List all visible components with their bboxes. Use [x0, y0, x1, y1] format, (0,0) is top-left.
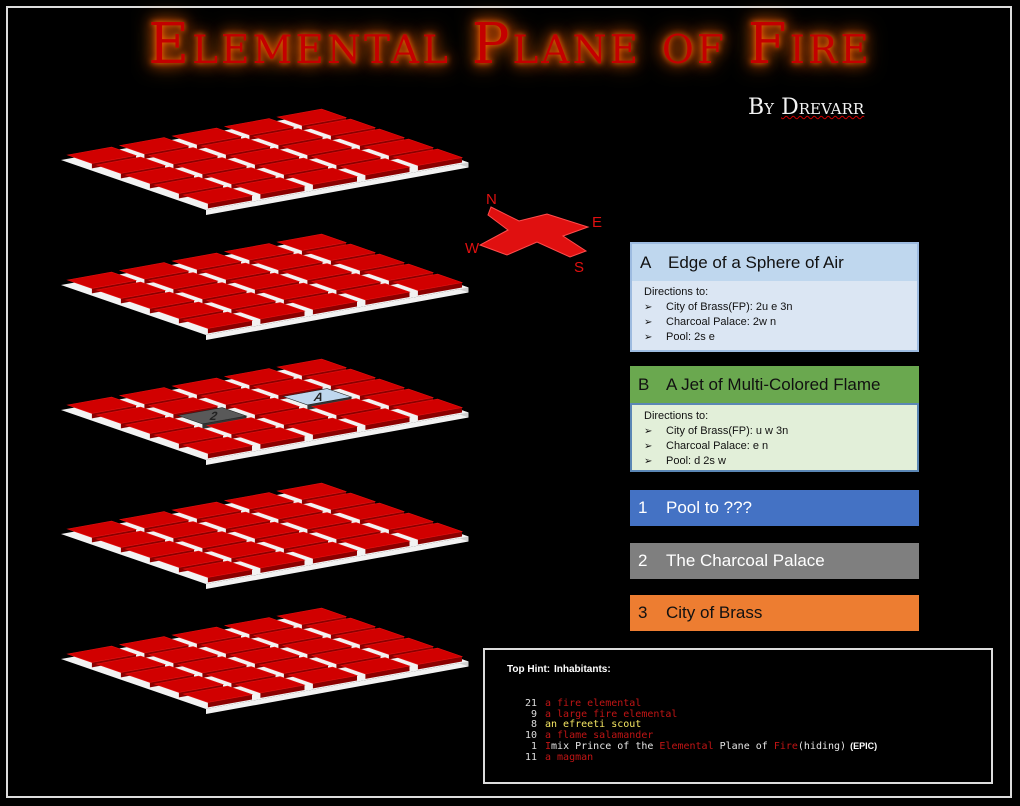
direction-item: ➢ Charcoal Palace: e n [644, 440, 769, 452]
inhabitant-name: an efreeti scout [545, 719, 642, 730]
direction-item: ➢ Pool: d 2s w [644, 455, 726, 467]
legend-a-name: Edge of a Sphere of Air [668, 252, 844, 272]
epic-tag: (EPIC) [850, 741, 878, 751]
legend-1-name: Pool to ??? [666, 498, 753, 517]
inhabitant-name: Plane of [713, 741, 774, 752]
bullet-arrow-icon: ➢ [644, 317, 653, 328]
direction-item: ➢ City of Brass(FP): u w 3n [644, 425, 789, 437]
map-layer-level-5 [61, 607, 469, 714]
legend-b-directions-label: Directions to: [644, 410, 709, 422]
map-layer-level-1 [61, 108, 469, 215]
inhabitant-name: a large fire elemental [545, 708, 678, 720]
legend-room-a: A Edge of a Sphere of Air Directions to:… [630, 242, 919, 352]
inhabitant-row: 11 a magman [507, 751, 877, 764]
bullet-arrow-icon: ➢ [644, 456, 653, 467]
inhabitants-list: 21 a fire elemental 9 a large fire elementa… [507, 698, 878, 764]
inhabitant-name: (hiding) [797, 741, 847, 752]
legend-1-key: 1 [638, 498, 648, 517]
top-hint-panel: Top Hint: Inhabitants: 21 a fire elementa… [483, 648, 993, 784]
compass-cross-icon [478, 206, 590, 258]
byline: By Drevarr [748, 95, 864, 120]
legend-2-name: The Charcoal Palace [666, 551, 825, 570]
byline-author: Drevarr [781, 95, 865, 120]
inhabitant-count: 1 [530, 741, 537, 752]
inhabitant-count: 11 [524, 751, 537, 763]
bullet-arrow-icon: ➢ [644, 426, 653, 437]
legend-room-1: 1 Pool to ??? [630, 490, 919, 526]
map-layer-level-2 [61, 233, 469, 340]
inhabitant-name: Elemental [659, 741, 714, 752]
map-layer-level-4 [61, 482, 469, 589]
compass-west-label: W [465, 240, 480, 257]
legend-b-directions: Directions to: ➢ City of Brass(FP): u w 3… [630, 403, 919, 472]
direction-item: ➢ Charcoal Palace: 2w n [644, 316, 777, 328]
inhabitants-label: Inhabitants: [554, 664, 611, 675]
inhabitant-name: a fire elemental [545, 698, 642, 709]
bullet-arrow-icon: ➢ [644, 332, 653, 343]
top-hint-label: Top Hint: [507, 664, 551, 675]
byline-prefix: By [748, 95, 775, 120]
inhabitant-name: Fire [773, 741, 798, 752]
legend-b-key: B [638, 374, 650, 394]
legend-2-key: 2 [638, 551, 648, 570]
inhabitant-name: a flame salamander [545, 729, 654, 741]
legend-room-b: B A Jet of Multi-Colored Flame Direction… [630, 366, 919, 472]
compass-north-label: N [486, 191, 497, 208]
bullet-arrow-icon: ➢ [644, 441, 653, 452]
compass-south-label: S [574, 259, 584, 276]
legend-a-directions-label: Directions to: [644, 286, 709, 298]
legend-3-key: 3 [638, 603, 648, 622]
legend-room-2: 2 The Charcoal Palace [630, 543, 919, 579]
bullet-arrow-icon: ➢ [644, 302, 653, 313]
inhabitant-name: a magman [545, 751, 594, 763]
map-layer-level-3: 2A [61, 358, 469, 465]
inhabitant-row: 10 a flame salamander [507, 729, 877, 742]
compass-east-label: E [592, 214, 602, 231]
legend-a-header: A Edge of a Sphere of Air [632, 244, 917, 281]
legend-a-key: A [640, 252, 652, 272]
inhabitant-count: 21 [524, 698, 537, 709]
legend-b-header: B A Jet of Multi-Colored Flame [630, 366, 919, 403]
inhabitant-count: 8 [530, 719, 537, 730]
legend-a-directions: Directions to: ➢ City of Brass(FP): 2u e … [632, 281, 917, 350]
legend-b-name: A Jet of Multi-Colored Flame [666, 374, 881, 394]
compass-rose: N E W S [465, 191, 602, 276]
legend-3-name: City of Brass [666, 603, 763, 622]
legend-room-3: 3 City of Brass [630, 595, 919, 631]
inhabitant-name: mix Prince of the [551, 741, 660, 752]
direction-item: ➢ City of Brass(FP): 2u e 3n [644, 301, 793, 313]
map-layers: 2A [61, 108, 469, 714]
inhabitant-count: 10 [524, 729, 537, 741]
direction-item: ➢ Pool: 2s e [644, 331, 715, 343]
